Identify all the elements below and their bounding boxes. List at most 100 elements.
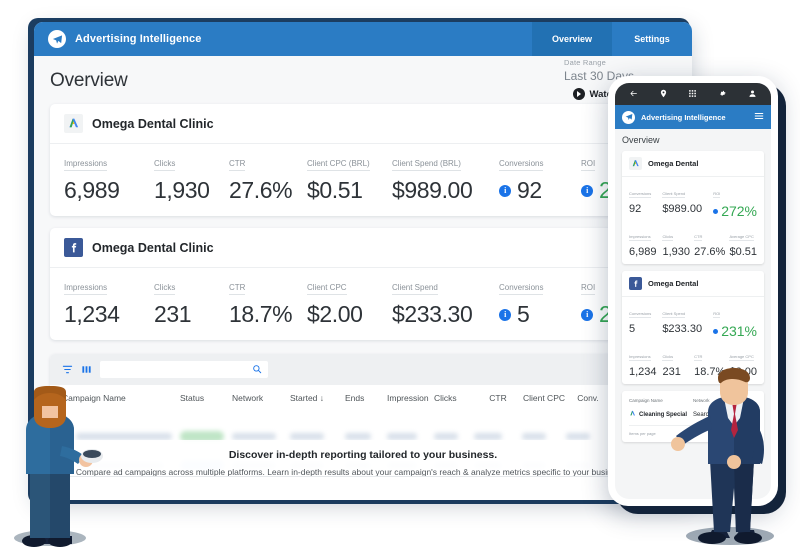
metric-value: 1,234 (64, 301, 154, 328)
date-range-label: Date Range (564, 58, 634, 67)
column-ctr[interactable]: CTR (474, 394, 522, 414)
column-conv[interactable]: Conv. (566, 394, 610, 414)
metric-conversions: Conversions i 92 (499, 153, 581, 204)
column-clicks[interactable]: Clicks (434, 394, 474, 414)
person-icon[interactable] (748, 85, 757, 103)
phone-metrics-card-google: Omega Dental Conversions 92 Client Spend… (622, 151, 764, 264)
column-status[interactable]: Status (180, 394, 232, 414)
phone-metrics-top: Conversions 5 Client Spend $233.30 ROI 2… (622, 297, 764, 345)
columns-icon[interactable] (81, 364, 92, 375)
info-icon[interactable]: i (581, 309, 593, 321)
google-ads-icon (629, 410, 636, 419)
metric-value-wrap: 231% (713, 323, 757, 339)
location-pin-icon[interactable] (659, 85, 668, 103)
search-box[interactable] (100, 361, 268, 378)
info-icon[interactable] (713, 209, 718, 214)
tab-settings[interactable]: Settings (612, 22, 692, 56)
card-title: Omega Dental Clinic (92, 117, 214, 131)
metric-value: 272% (721, 203, 757, 219)
hamburger-menu-icon[interactable] (754, 108, 764, 126)
phone-metric-client-spend: Client Spend $233.30 (662, 302, 713, 339)
items-per-page-label[interactable]: Items per page (629, 431, 656, 436)
metric-label: Conversions (499, 283, 543, 295)
metric-label: CTR (229, 159, 245, 171)
metric-client-spend: Client Spend $233.30 (392, 277, 499, 328)
phone-card-title: Omega Dental (648, 279, 698, 288)
phone-metric-impressions: Impressions 1,234 (629, 345, 662, 378)
metric-value: $989.00 (662, 203, 713, 215)
search-icon[interactable] (252, 361, 262, 379)
metric-value: 5 (517, 301, 529, 328)
metric-label: ROI (581, 283, 595, 295)
woman-illustration (0, 386, 120, 548)
metric-label: Clicks (154, 283, 175, 295)
metric-label: ROI (713, 191, 720, 198)
metric-value: $989.00 (392, 177, 499, 204)
tab-overview[interactable]: Overview (532, 22, 612, 56)
phone-metric-ctr: CTR 27.6% (694, 225, 729, 258)
metric-client-cpc: Client CPC (BRL) $0.51 (307, 153, 392, 204)
phone-metric-clicks: Clicks 1,930 (662, 225, 694, 258)
column-impressions[interactable]: Impression (387, 394, 434, 414)
header-tabs: Overview Settings (532, 22, 692, 56)
info-icon[interactable] (713, 329, 718, 334)
app-header: Advertising Intelligence Overview Settin… (34, 22, 692, 56)
info-icon[interactable]: i (499, 309, 511, 321)
metric-label: Clicks (662, 234, 673, 241)
metric-value: 1,930 (662, 246, 694, 258)
brand-label: Advertising Intelligence (75, 33, 201, 45)
metric-label: Impressions (629, 354, 651, 361)
metric-clicks: Clicks 231 (154, 277, 229, 328)
metric-value: 92 (517, 177, 542, 204)
google-ads-icon (629, 157, 642, 170)
metric-conversions: Conversions i 5 (499, 277, 581, 328)
metric-label: ROI (713, 311, 720, 318)
screenshot-stage: Advertising Intelligence Overview Settin… (0, 0, 800, 548)
info-icon[interactable]: i (499, 185, 511, 197)
column-started[interactable]: Started ↓ (290, 394, 345, 414)
phone-brand-label: Advertising Intelligence (641, 113, 748, 122)
metric-value-wrap: i 92 (499, 177, 581, 204)
desktop-window-base (34, 476, 692, 500)
metric-value: 6,989 (64, 177, 154, 204)
metric-label: Conversions (499, 159, 543, 171)
metric-clicks: Clicks 1,930 (154, 153, 229, 204)
grid-icon[interactable] (688, 85, 697, 103)
filter-icon[interactable] (62, 364, 73, 375)
metrics-card-google: Omega Dental Clinic Impressions 6,989 Cl… (50, 104, 676, 216)
metric-value: $0.51 (729, 246, 757, 258)
phone-system-bar (615, 83, 771, 105)
play-circle-icon (573, 88, 585, 100)
phone-metric-conversions: Conversions 5 (629, 302, 662, 339)
phone-metric-conversions: Conversions 92 (629, 182, 662, 219)
metric-label: Impressions (64, 283, 107, 295)
metric-value: 1,234 (629, 366, 662, 378)
phone-metrics-bottom: Impressions 6,989 Clicks 1,930 CTR 27.6% (622, 225, 764, 264)
metric-value: 231% (721, 323, 757, 339)
table-toolbar (50, 354, 676, 385)
facebook-icon (629, 277, 642, 290)
column-client-cpc[interactable]: Client CPC (522, 394, 566, 414)
column-network[interactable]: Network (232, 394, 290, 414)
table-header-row: Campaign Name Status Network Started ↓ E… (50, 385, 676, 422)
metrics-row: Impressions 1,234 Clicks 231 CTR 18.7% C… (50, 268, 676, 340)
metric-value-wrap: i 5 (499, 301, 581, 328)
info-icon[interactable]: i (581, 185, 593, 197)
metric-impressions: Impressions 1,234 (64, 277, 154, 328)
paper-plane-icon (622, 111, 635, 124)
paper-plane-icon (48, 30, 66, 48)
phone-card-header: Omega Dental (622, 151, 764, 177)
search-input[interactable] (106, 365, 252, 375)
metric-label: Impressions (629, 234, 651, 241)
column-ends[interactable]: Ends (345, 394, 387, 414)
metric-label: Average CPC (729, 354, 753, 361)
gear-icon[interactable] (718, 85, 727, 103)
metrics-row: Impressions 6,989 Clicks 1,930 CTR 27.6%… (50, 144, 676, 216)
facebook-icon (64, 238, 83, 257)
back-arrow-icon[interactable] (629, 85, 638, 103)
metric-label: Conversions (629, 311, 651, 318)
phone-card-title: Omega Dental (648, 159, 698, 168)
metric-label: Clicks (662, 354, 673, 361)
phone-metric-roi: ROI 272% (713, 182, 757, 219)
metric-value: 231 (154, 301, 229, 328)
